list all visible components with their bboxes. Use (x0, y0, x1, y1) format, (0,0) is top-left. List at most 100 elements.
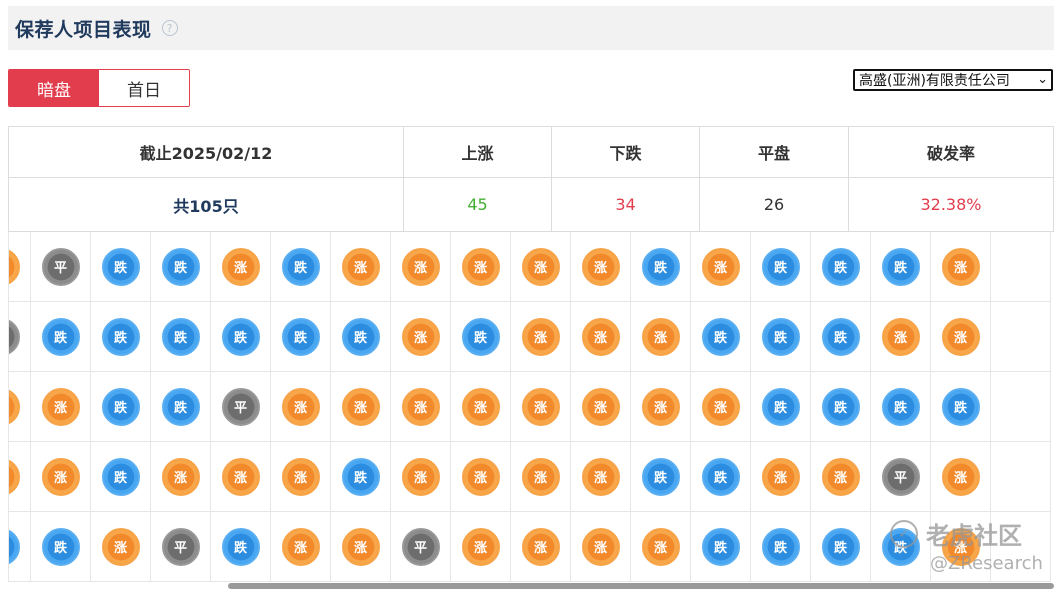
ipo-badge-up[interactable]: 涨 (521, 247, 560, 286)
ipo-badge-up[interactable]: 涨 (521, 457, 560, 496)
ipo-badge-down[interactable]: 跌 (761, 527, 800, 566)
ipo-badge-flat[interactable]: 平 (161, 527, 200, 566)
ipo-badge-up[interactable]: 涨 (581, 457, 620, 496)
ipo-badge-down[interactable]: 跌 (341, 317, 380, 356)
ipo-badge-up[interactable]: 涨 (281, 457, 320, 496)
ipo-badge-down[interactable]: 跌 (761, 317, 800, 356)
ipo-badge-up[interactable]: 涨 (701, 247, 740, 286)
ipo-badge-down[interactable]: 跌 (701, 527, 740, 566)
grid-cell: 跌 (871, 372, 931, 442)
ipo-badge-up[interactable]: 涨 (521, 527, 560, 566)
ipo-badge-down[interactable]: 跌 (821, 247, 860, 286)
ipo-badge-up[interactable]: 涨 (581, 317, 620, 356)
ipo-badge-up[interactable]: 涨 (341, 527, 380, 566)
ipo-badge-down[interactable]: 跌 (941, 387, 980, 426)
ipo-badge-up[interactable]: 涨 (461, 527, 500, 566)
ipo-badge-down[interactable]: 跌 (161, 387, 200, 426)
ipo-badge-up[interactable]: 涨 (41, 457, 80, 496)
ipo-badge-up[interactable]: 涨 (161, 457, 200, 496)
ipo-badge-down[interactable]: 跌 (101, 317, 140, 356)
ipo-badge-down[interactable]: 跌 (221, 317, 260, 356)
ipo-badge-down[interactable]: 跌 (161, 247, 200, 286)
grid-cell: 跌 (211, 512, 271, 582)
grid-cell: 跌 (9, 512, 31, 582)
grid-cell: 涨 (811, 442, 871, 512)
ipo-badge-down[interactable]: 跌 (881, 527, 920, 566)
ipo-badge-down[interactable]: 跌 (461, 317, 500, 356)
ipo-badge-down[interactable]: 跌 (881, 387, 920, 426)
ipo-badge-down[interactable]: 跌 (641, 247, 680, 286)
ipo-badge-down[interactable]: 跌 (701, 317, 740, 356)
ipo-badge-up[interactable]: 涨 (641, 317, 680, 356)
ipo-badge-down[interactable]: 跌 (761, 387, 800, 426)
ipo-badge-up[interactable]: 涨 (221, 457, 260, 496)
ipo-badge-down[interactable]: 跌 (761, 247, 800, 286)
ipo-badge-down[interactable]: 跌 (821, 387, 860, 426)
ipo-badge-up[interactable]: 涨 (341, 247, 380, 286)
ipo-badge-up[interactable]: 涨 (401, 457, 440, 496)
ipo-badge-down[interactable]: 跌 (221, 527, 260, 566)
ipo-badge-flat[interactable]: 平 (221, 387, 260, 426)
ipo-badge-up[interactable]: 涨 (101, 527, 140, 566)
ipo-badge-up[interactable]: 涨 (581, 247, 620, 286)
ipo-badge-up[interactable]: 涨 (941, 527, 980, 566)
ipo-badge-down[interactable]: 跌 (41, 527, 80, 566)
ipo-badge-up[interactable]: 涨 (521, 317, 560, 356)
ipo-badge-down[interactable]: 跌 (161, 317, 200, 356)
ipo-badge-flat[interactable]: 平 (9, 317, 20, 356)
ipo-badge-down[interactable]: 跌 (641, 457, 680, 496)
ipo-badge-up[interactable]: 涨 (881, 317, 920, 356)
ipo-badge-up[interactable]: 涨 (941, 317, 980, 356)
ipo-badge-down[interactable]: 跌 (9, 527, 20, 566)
ipo-badge-down[interactable]: 跌 (881, 247, 920, 286)
ipo-badge-flat[interactable]: 平 (881, 457, 920, 496)
ipo-badge-flat[interactable]: 平 (41, 247, 80, 286)
ipo-badge-down[interactable]: 跌 (821, 527, 860, 566)
ipo-badge-up[interactable]: 涨 (9, 457, 20, 496)
horizontal-scrollbar[interactable] (228, 583, 1054, 589)
ipo-badge-up[interactable]: 涨 (941, 247, 980, 286)
grid-cell: 跌 (91, 302, 151, 372)
summary-header-down: 下跌 (551, 126, 700, 178)
ipo-badge-flat[interactable]: 平 (401, 527, 440, 566)
ipo-badge-up[interactable]: 涨 (581, 387, 620, 426)
ipo-badge-up[interactable]: 涨 (9, 247, 20, 286)
ipo-badge-up[interactable]: 涨 (9, 387, 20, 426)
help-icon[interactable]: ? (161, 20, 178, 36)
ipo-badge-up[interactable]: 涨 (281, 527, 320, 566)
ipo-badge-up[interactable]: 涨 (281, 387, 320, 426)
ipo-badge-up[interactable]: 涨 (461, 247, 500, 286)
ipo-badge-down[interactable]: 跌 (341, 457, 380, 496)
ipo-badge-up[interactable]: 涨 (341, 387, 380, 426)
ipo-badge-up[interactable]: 涨 (401, 247, 440, 286)
ipo-badge-up[interactable]: 涨 (521, 387, 560, 426)
ipo-badge-down[interactable]: 跌 (41, 317, 80, 356)
ipo-badge-down[interactable]: 跌 (281, 317, 320, 356)
ipo-badge-up[interactable]: 涨 (461, 457, 500, 496)
ipo-badge-up[interactable]: 涨 (401, 387, 440, 426)
ipo-badge-up[interactable]: 涨 (761, 457, 800, 496)
tab-first-day[interactable]: 首日 (99, 70, 189, 106)
ipo-badge-down[interactable]: 跌 (281, 247, 320, 286)
grid-cell: 涨 (631, 512, 691, 582)
ipo-badge-up[interactable]: 涨 (941, 457, 980, 496)
ipo-badge-up[interactable]: 涨 (821, 457, 860, 496)
grid-row: 涨涨跌跌平涨涨涨涨涨涨涨涨跌跌跌跌 (9, 372, 1051, 442)
ipo-badge-down[interactable]: 跌 (821, 317, 860, 356)
sponsor-select[interactable]: 高盛(亚洲)有限责任公司 ⌄ (853, 69, 1053, 91)
ipo-badge-down[interactable]: 跌 (101, 247, 140, 286)
ipo-badge-down[interactable]: 跌 (101, 387, 140, 426)
ipo-badge-up[interactable]: 涨 (641, 527, 680, 566)
ipo-badge-up[interactable]: 涨 (401, 317, 440, 356)
summary-down-count: 34 (551, 177, 700, 232)
tab-dark-pool[interactable]: 暗盘 (9, 70, 99, 106)
grid-cell: 涨 (571, 232, 631, 302)
ipo-badge-up[interactable]: 涨 (41, 387, 80, 426)
ipo-badge-down[interactable]: 跌 (101, 457, 140, 496)
ipo-badge-up[interactable]: 涨 (221, 247, 260, 286)
ipo-badge-up[interactable]: 涨 (701, 387, 740, 426)
ipo-badge-up[interactable]: 涨 (461, 387, 500, 426)
ipo-badge-down[interactable]: 跌 (701, 457, 740, 496)
ipo-badge-up[interactable]: 涨 (641, 387, 680, 426)
ipo-badge-up[interactable]: 涨 (581, 527, 620, 566)
